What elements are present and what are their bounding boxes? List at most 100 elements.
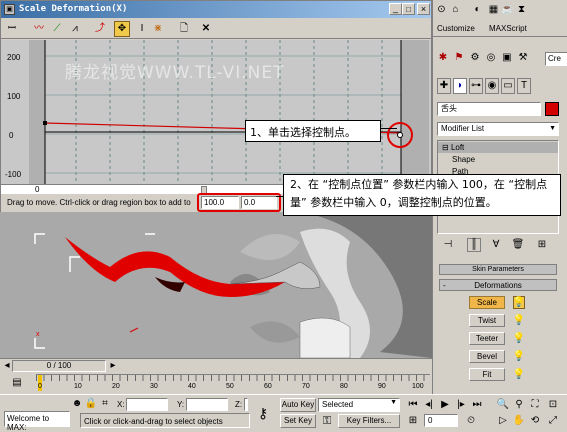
key-filters-button[interactable]: Key Filters... — [338, 414, 400, 428]
stack-item-loft[interactable]: ⊟ Loft — [438, 142, 558, 153]
modifier-list-dropdown[interactable]: Modifier List ▼ — [437, 122, 559, 136]
arc-rotate-icon[interactable]: ⟲ — [528, 414, 542, 427]
tab-hierarchy-icon[interactable]: ⊶ — [469, 78, 483, 94]
maxscript-listener[interactable]: Welcome to MAX: — [4, 411, 70, 432]
key-filter-key-icon[interactable]: ⚿ — [320, 415, 334, 427]
scale-deformation-button[interactable]: Scale — [469, 296, 505, 309]
object-name-field[interactable]: 舌头 — [437, 102, 541, 116]
fit-deformation-button[interactable]: Fit — [469, 368, 505, 381]
stack-item-shape[interactable]: Shape — [438, 154, 558, 165]
create-tab-icon[interactable]: ✱ — [437, 52, 449, 64]
modify-tab-icon[interactable]: ⚑ — [453, 52, 465, 64]
timeline-tick: 60 — [264, 383, 272, 390]
render-icon[interactable]: ☕ — [501, 3, 514, 16]
search-field[interactable]: Cre — [545, 52, 567, 66]
object-color-swatch[interactable] — [545, 102, 559, 116]
curve-green-icon[interactable]: ⟋ — [49, 22, 65, 36]
tab-utilities-icon[interactable]: T — [517, 78, 531, 94]
title-bar[interactable]: ▣ Scale Deformation(X) _ □ × — [1, 1, 431, 18]
customize-menu[interactable]: Customize — [437, 24, 475, 33]
maximize-viewport-icon[interactable]: ⤢ — [546, 414, 560, 427]
twist-deformation-button[interactable]: Twist — [469, 314, 505, 327]
rollout-deformations[interactable]: - Deformations — [439, 279, 557, 291]
zoom-extents-icon[interactable]: ⛶ — [528, 398, 542, 411]
zoom-extents-all-icon[interactable]: ⊡ — [546, 398, 560, 411]
zoom-all-icon[interactable]: ⚲ — [512, 398, 526, 411]
delete-control-point-icon[interactable]: 🗋 — [177, 22, 191, 36]
stack-toolbar: ⊣ ║ ∀ 🗑 ⊞ — [439, 238, 559, 254]
bevel-deformation-button[interactable]: Bevel — [469, 350, 505, 363]
material-editor-icon[interactable]: ◐ — [471, 3, 484, 16]
maximize-button[interactable]: □ — [402, 3, 415, 15]
auto-key-button[interactable]: Auto Key — [280, 398, 316, 412]
toolbar-icon-1[interactable]: ⊙ — [435, 3, 448, 16]
toolbar-icon-2[interactable]: ⌂ — [449, 3, 462, 16]
teeter-toggle-bulb-icon[interactable]: 💡 — [513, 332, 525, 345]
time-next-icon[interactable]: ▸ — [108, 360, 118, 372]
selection-set-dropdown[interactable]: Selected ▼ — [318, 398, 400, 412]
key-mode-toggle-icon[interactable]: ⊞ — [406, 414, 420, 427]
y-coordinate-field[interactable] — [186, 398, 228, 411]
twist-toggle-bulb-icon[interactable]: 💡 — [513, 314, 525, 327]
absolute-mode-icon[interactable]: ⌗ — [100, 398, 110, 410]
field-of-view-icon[interactable]: ▷ — [496, 414, 510, 427]
tab-create-icon[interactable]: ✚ — [437, 78, 451, 94]
next-frame-icon[interactable]: |▸ — [454, 398, 468, 411]
deformation-graph[interactable]: 200 100 0 -100 腾龙视觉WWW.TL-VI.NET — [1, 40, 431, 184]
fit-toggle-bulb-icon[interactable]: 💡 — [513, 368, 525, 381]
display-tab-icon[interactable]: ▣ — [501, 52, 513, 64]
remove-modifier-icon[interactable]: 🗑 — [511, 238, 525, 252]
bevel-toggle-bulb-icon[interactable]: 💡 — [513, 350, 525, 363]
quick-render-icon[interactable]: ⧗ — [515, 3, 528, 16]
curve-red-icon[interactable]: 〰 — [31, 22, 47, 36]
mini-curve-editor-icon[interactable]: ▤ — [10, 376, 24, 390]
hierarchy-tab-icon[interactable]: ⚙ — [469, 52, 481, 64]
show-end-result-icon[interactable]: ║ — [467, 238, 481, 252]
teeter-deformation-button[interactable]: Teeter — [469, 332, 505, 345]
tab-modify-icon[interactable]: ◗ — [453, 78, 467, 94]
maxscript-menu[interactable]: MAXScript — [489, 24, 527, 33]
track-bar[interactable]: ▤ 0 10 20 30 40 50 60 70 80 90 100 — [0, 372, 432, 394]
track-ruler: 0 10 20 30 40 50 60 70 80 90 100 — [36, 374, 430, 392]
play-icon[interactable]: ▶ — [438, 398, 452, 411]
render-setup-icon[interactable]: ▦ — [487, 3, 500, 16]
rollout-skin-parameters[interactable]: Skin Parameters — [439, 264, 557, 275]
perspective-viewport[interactable]: x — [0, 212, 432, 358]
move-control-point-icon[interactable]: ✥ — [114, 21, 130, 37]
go-to-start-icon[interactable]: ⏮ — [406, 398, 420, 411]
frame-display[interactable]: 0 / 100 — [12, 360, 106, 372]
insert-corner-point-icon[interactable]: ⋇ — [151, 22, 165, 36]
previous-frame-icon[interactable]: ◂| — [422, 398, 436, 411]
pan-view-icon[interactable]: ✋ — [512, 414, 526, 427]
swap-curves-icon[interactable]: ⤴ — [93, 22, 107, 36]
utilities-tab-icon[interactable]: ⚒ — [517, 52, 529, 64]
z-coordinate-field[interactable] — [244, 398, 248, 411]
x-tick-0: 0 — [35, 185, 40, 194]
scale-toggle-bulb-icon[interactable]: 💡 — [513, 296, 525, 309]
time-slider[interactable]: ◂ 0 / 100 ▸ — [0, 358, 432, 372]
scale-control-point-icon[interactable]: I — [135, 22, 149, 36]
tab-display-icon[interactable]: ▭ — [501, 78, 515, 94]
go-to-end-icon[interactable]: ⏭ — [470, 398, 484, 411]
tab-motion-icon[interactable]: ◉ — [485, 78, 499, 94]
lock-selection-icon[interactable]: 🔒 — [85, 398, 97, 410]
current-frame-field[interactable]: 0 — [424, 414, 458, 427]
curve-both-icon[interactable]: ⩘ — [67, 22, 83, 36]
time-prev-icon[interactable]: ◂ — [2, 360, 12, 372]
pin-stack-icon[interactable]: ⊣ — [441, 238, 455, 252]
x-coordinate-field[interactable] — [126, 398, 168, 411]
set-key-button[interactable]: Set Key — [280, 414, 316, 428]
zoom-icon[interactable]: 🔍 — [496, 398, 510, 411]
configure-sets-icon[interactable]: ⊞ — [535, 238, 549, 252]
time-config-icon[interactable]: ⏲ — [464, 414, 478, 427]
person-icon[interactable]: ☻ — [72, 398, 83, 410]
viewport-scene: x — [34, 212, 432, 358]
make-symmetrical-icon[interactable]: ꟷ — [5, 22, 19, 36]
timeline-tick: 90 — [378, 383, 386, 390]
motion-tab-icon[interactable]: ◎ — [485, 52, 497, 64]
minimize-button[interactable]: _ — [389, 3, 402, 15]
close-button[interactable]: × — [417, 3, 430, 15]
make-unique-icon[interactable]: ∀ — [489, 238, 503, 252]
key-mode-icon[interactable]: ⚷ — [253, 403, 273, 423]
reset-curve-icon[interactable]: ✕ — [199, 22, 213, 36]
